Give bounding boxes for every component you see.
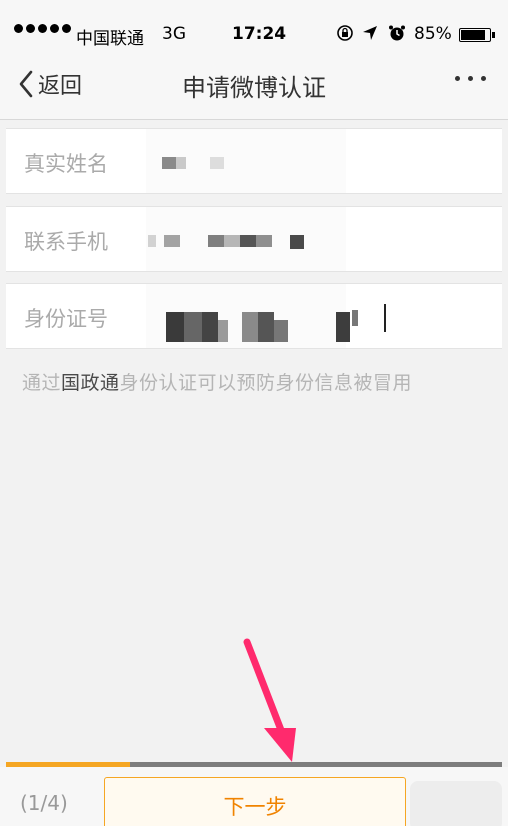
id-number-field[interactable]: 身份证号 [6,283,502,349]
real-name-value[interactable] [146,129,492,193]
phone-label: 联系手机 [24,230,108,254]
signal-dots-icon [14,24,71,33]
id-number-value[interactable] [146,284,492,348]
status-bar: 中国联通 3G 17:24 85% [0,0,508,49]
hint-provider: 国政通 [61,372,120,394]
battery-icon [459,28,495,42]
annotation-arrow-icon [243,638,296,762]
phone-value[interactable] [146,207,492,271]
bottom-bar: (1/4) 下一步 [0,767,508,826]
rotation-lock-icon [336,24,354,47]
verification-hint: 通过国政通身份认证可以预防身份信息被冒用 [22,368,412,395]
real-name-field[interactable]: 真实姓名 [6,128,502,194]
real-name-label: 真实姓名 [24,152,108,176]
phone-field[interactable]: 联系手机 [6,206,502,272]
navigation-bar: 返回 申请微博认证 [0,46,508,120]
id-number-label: 身份证号 [24,307,108,331]
screen: 中国联通 3G 17:24 85% 返回 申请微博认证 真实姓名 联系手机 身份… [0,0,508,826]
side-panel [410,781,502,826]
more-dots-icon[interactable] [455,76,486,81]
battery-percent: 85% [414,24,452,44]
hint-suffix: 身份认证可以预防身份信息被冒用 [119,372,413,394]
alarm-icon [388,24,406,47]
next-step-button[interactable]: 下一步 [104,777,406,826]
clock: 17:24 [232,24,287,44]
step-indicator: (1/4) [20,791,68,815]
network-type: 3G [162,24,186,44]
text-cursor [384,304,386,332]
hint-prefix: 通过 [22,372,62,394]
location-icon [362,24,378,47]
page-title: 申请微博认证 [182,74,326,102]
